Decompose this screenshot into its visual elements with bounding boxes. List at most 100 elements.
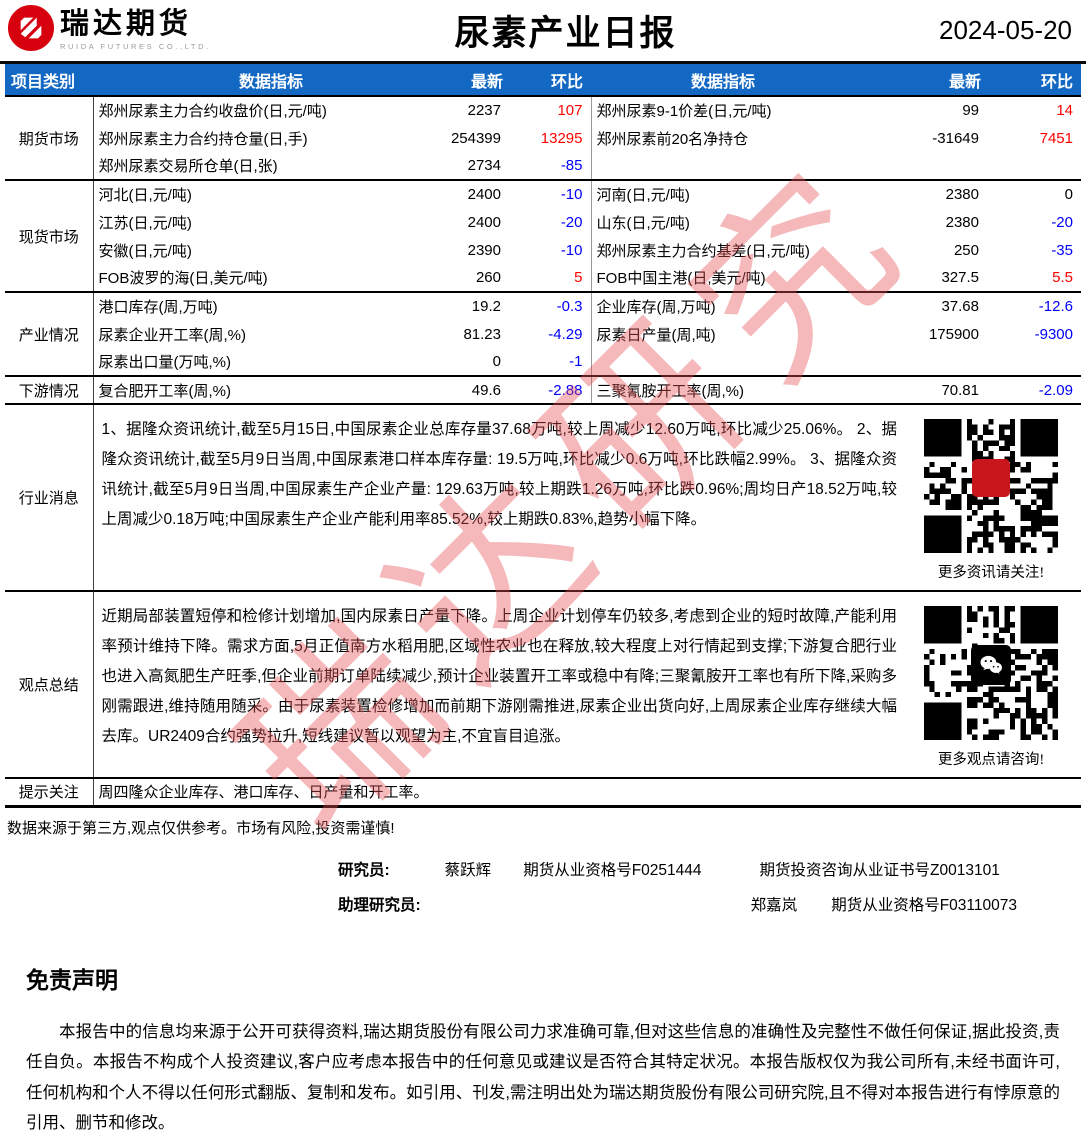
value-cell: 99 (855, 95, 989, 124)
value-cell: 49.6 (449, 375, 511, 404)
change-cell: 5.5 (1052, 269, 1073, 286)
value-cell: 327.5 (941, 269, 979, 286)
change-cell: -10 (511, 179, 592, 208)
value-cell: -31649 (932, 129, 979, 147)
change-cell: -35 (1051, 241, 1073, 259)
indicator-cell: 山东(日,元/吨) (596, 214, 690, 232)
assistant-name: 郑嘉岚 (750, 896, 798, 914)
value-cell: 175900 (928, 325, 979, 343)
change-cell: 7451 (1039, 129, 1073, 147)
value-cell: 70.81 (855, 375, 989, 404)
indicator-cell: 尿素出口量(万吨,%) (98, 354, 232, 371)
category-downstream: 下游情况 (5, 375, 94, 404)
table-row: 现货市场 河北(日,元/吨) 2400 -10 河南(日,元/吨) 2380 0 (5, 179, 1081, 292)
indicator-cell: 河北(日,元/吨) (93, 179, 449, 208)
category-opinion: 观点总结 (5, 590, 94, 778)
disclaimer-section: 免责声明 本报告中的信息均来源于公开可获得资料,瑞达期货股份有限公司力求准确可靠… (26, 961, 1060, 1139)
category-news: 行业消息 (5, 403, 94, 591)
indicator-cell: 河南(日,元/吨) (591, 179, 855, 208)
researcher-cert2: 期货投资咨询从业证书号Z0013101 (759, 861, 1000, 879)
col-header-category: 项目类别 (5, 64, 93, 96)
opinion-row: 观点总结 近期局部装置短停和检修计划增加,国内尿素日产量下降。上周企业计划停车仍… (5, 590, 1081, 778)
change-cell: -0.3 (511, 291, 592, 320)
report-header: 瑞达期货 RUIDA FUTURES CO.,LTD. 尿素产业日报 2024-… (0, 0, 1086, 64)
value-cell: 19.2 (449, 291, 511, 320)
change-cell: -85 (511, 152, 592, 180)
indicator-cell (591, 152, 855, 180)
change-cell: 107 (511, 95, 592, 124)
value-cell: 2237 (449, 95, 511, 124)
value-cell (855, 348, 989, 376)
indicator-cell: 郑州尿素主力合约持仓量(日,手) (98, 130, 308, 148)
change-cell: -20 (1051, 213, 1073, 231)
value-cell: 2734 (467, 157, 501, 174)
change-cell: -1 (511, 348, 592, 376)
change-cell (989, 348, 1081, 376)
change-cell: 0 (989, 179, 1081, 208)
table-row: 郑州尿素主力合约持仓量(日,手) 254399 13295 郑州尿素前20名净持… (5, 124, 1081, 152)
indicator-cell: FOB中国主港(日,美元/吨) (596, 270, 766, 287)
researcher-cert: 期货从业资格号F0251444 (523, 861, 702, 879)
indicator-cell: 郑州尿素前20名净持仓 (596, 130, 749, 148)
report-date: 2024-05-20 (939, 15, 1072, 45)
change-cell: -9300 (1034, 325, 1073, 343)
indicator-cell: 郑州尿素主力合约收盘价(日,元/吨) (93, 95, 449, 124)
col-header-indicator-2: 数据指标 (591, 64, 855, 96)
change-cell: 13295 (511, 124, 592, 152)
researcher-block: 研究员: 蔡跃辉 期货从业资格号F0251444 期货投资咨询从业证书号Z001… (0, 858, 1086, 915)
change-cell: -2.09 (989, 375, 1081, 404)
table-row: 尿素出口量(万吨,%) 0 -1 (5, 348, 1081, 376)
news-text: 1、据隆众资讯统计,截至5月15日,中国尿素企业总库存量37.68万吨,较上周减… (101, 421, 898, 528)
indicator-cell: 复合肥开工率(周,%) (93, 375, 449, 404)
value-cell: 0 (492, 353, 501, 370)
table-row: 郑州尿素交易所仓单(日,张) 2734 -85 (5, 152, 1081, 180)
indicator-cell: 企业库存(周,万吨) (591, 291, 855, 320)
table-row: 产业情况 港口库存(周,万吨) 19.2 -0.3 企业库存(周,万吨) 37.… (5, 291, 1081, 376)
assistant-cert: 期货从业资格号F03110073 (831, 896, 1017, 914)
category-industry: 产业情况 (5, 291, 94, 376)
assistant-label: 助理研究员: (338, 896, 421, 914)
qr-news-caption: 更多资讯请关注! (937, 565, 1045, 581)
brand-name: 瑞达期货 (60, 8, 193, 40)
brand-subtitle: RUIDA FUTURES CO.,LTD. (60, 42, 211, 51)
value-cell: 260 (475, 269, 501, 286)
value-cell: 37.68 (855, 291, 989, 320)
value-cell: 2400 (449, 179, 511, 208)
change-cell: -4.29 (511, 320, 592, 348)
col-header-indicator-1: 数据指标 (93, 64, 449, 96)
researcher-label: 研究员: (338, 861, 390, 879)
indicator-cell: 港口库存(周,万吨) (93, 291, 449, 320)
indicator-cell: FOB波罗的海(日,美元/吨) (98, 270, 268, 287)
indicator-cell: 安徽(日,元/吨) (98, 242, 192, 260)
qr-news-logo (972, 459, 1010, 497)
opinion-text: 近期局部装置短停和检修计划增加,国内尿素日产量下降。上周企业计划停车仍较多,考虑… (101, 608, 898, 745)
indicator-cell: 江苏(日,元/吨) (98, 214, 192, 232)
data-table: 项目类别 数据指标 最新 环比 数据指标 最新 环比 期货市场 郑州尿素主力合约… (5, 64, 1081, 808)
table-header-row: 项目类别 数据指标 最新 环比 数据指标 最新 环比 (5, 64, 1081, 96)
change-cell: 5 (511, 264, 592, 292)
change-cell: 14 (989, 95, 1081, 124)
news-row: 行业消息 1、据隆众资讯统计,截至5月15日,中国尿素企业总库存量37.68万吨… (5, 403, 1081, 591)
table-row: 江苏(日,元/吨) 2400 -20 山东(日,元/吨) 2380 -20 (5, 208, 1081, 236)
col-header-chg-1: 环比 (511, 64, 591, 96)
value-cell: 250 (953, 241, 979, 259)
alert-text: 周四隆众企业库存、港口库存、日产量和开工率。 (93, 777, 1081, 808)
risk-note: 数据来源于第三方,观点仅供参考。市场有风险,投资需谨慎! (7, 819, 395, 837)
category-futures: 期货市场 (5, 95, 94, 180)
disclaimer-body: 本报告中的信息均来源于公开可获得资料,瑞达期货股份有限公司力求准确可靠,但对这些… (26, 1022, 1060, 1133)
table-row: 尿素企业开工率(周,%) 81.23 -4.29 尿素日产量(周,吨) 1759… (5, 320, 1081, 348)
qr-opinion-caption: 更多观点请咨询! (937, 752, 1045, 768)
table-row: FOB波罗的海(日,美元/吨) 260 5 FOB中国主港(日,美元/吨) 32… (5, 264, 1081, 292)
change-cell: -2.88 (511, 375, 592, 404)
col-header-latest-2: 最新 (855, 64, 989, 96)
value-cell: 254399 (450, 129, 501, 147)
change-cell: -12.6 (989, 291, 1081, 320)
indicator-cell (591, 348, 855, 376)
col-header-chg-2: 环比 (989, 64, 1081, 96)
table-row: 期货市场 郑州尿素主力合约收盘价(日,元/吨) 2237 107 郑州尿素9-1… (5, 95, 1081, 180)
brand-logo-icon (8, 5, 54, 56)
disclaimer-title: 免责声明 (26, 966, 118, 993)
change-cell (989, 152, 1081, 180)
category-spot: 现货市场 (5, 179, 94, 292)
value-cell (855, 152, 989, 180)
